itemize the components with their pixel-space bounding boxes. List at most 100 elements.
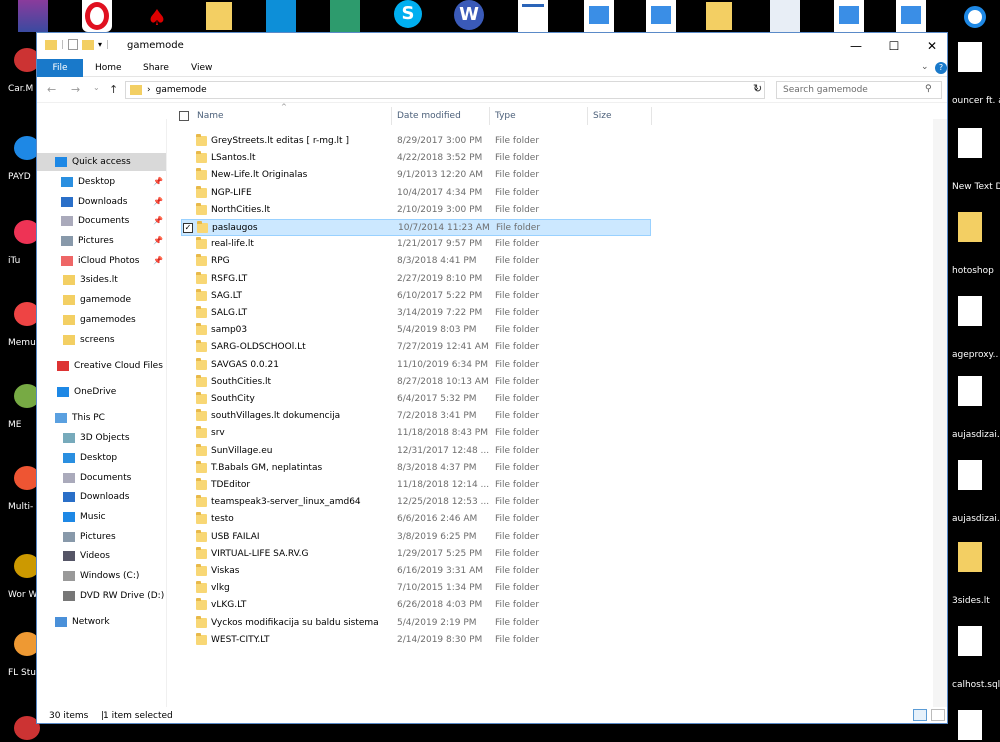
table-row[interactable]: SAG.LT 6/10/2017 5:22 PM File folder — [181, 288, 651, 305]
desktop-shortcut[interactable]: hotoshop — [948, 206, 1000, 276]
desktop-shortcut[interactable]: Multi- — [0, 452, 40, 512]
table-row[interactable]: srv 11/18/2018 8:43 PM File folder — [181, 425, 651, 442]
table-row[interactable]: teamspeak3-server_linux_amd64 12/25/2018 … — [181, 494, 651, 511]
pin-icon[interactable]: 📌 — [153, 256, 163, 265]
nav-item[interactable]: screens — [37, 331, 166, 349]
desktop-shortcut[interactable]: CCle — [0, 702, 40, 742]
pin-icon[interactable]: 📌 — [153, 177, 163, 186]
table-row[interactable]: vLKG.LT 6/26/2018 4:03 PM File folder — [181, 597, 651, 614]
app-circle-icon[interactable] — [960, 0, 990, 32]
back-arrow-icon[interactable]: ← — [47, 83, 56, 96]
nav-item[interactable]: Creative Cloud Files — [37, 357, 166, 375]
nav-item[interactable]: Desktop — [37, 449, 166, 467]
notepad-icon[interactable] — [770, 0, 800, 32]
table-row[interactable]: GreyStreets.lt editas [ r-mg.lt ] 8/29/20… — [181, 133, 651, 150]
image-file-icon[interactable] — [834, 0, 864, 32]
folder-desktop-icon[interactable] — [706, 0, 736, 32]
opera-icon[interactable] — [82, 0, 112, 32]
tab-home[interactable]: Home — [87, 59, 130, 77]
text-document-icon[interactable] — [518, 0, 548, 32]
desktop-shortcut[interactable]: Memu — [0, 288, 40, 348]
table-row[interactable]: vlkg 7/10/2015 1:34 PM File folder — [181, 580, 651, 597]
nav-item[interactable]: Downloads — [37, 488, 166, 506]
nav-item[interactable]: gamemode — [37, 291, 166, 309]
address-bar[interactable]: › gamemode ⌄ — [125, 81, 765, 99]
razer-icon[interactable]: ♠ — [142, 0, 172, 32]
skype-icon[interactable]: S — [394, 0, 424, 32]
customize-toolbar-icon[interactable]: ▾ — [98, 40, 102, 49]
desktop-shortcut[interactable]: PAYD — [0, 122, 40, 182]
column-divider[interactable] — [391, 107, 392, 125]
nav-item[interactable]: Pictures — [37, 528, 166, 546]
desktop-shortcut[interactable]: iTu — [0, 206, 40, 266]
column-divider[interactable] — [489, 107, 490, 125]
expand-ribbon-icon[interactable]: ⌄ — [921, 62, 929, 72]
nav-item[interactable]: gamemodes — [37, 311, 166, 329]
desktop-shortcut[interactable]: zkoksdiza.. — [948, 704, 1000, 742]
table-row[interactable]: T.Babals GM, neplatintas 8/3/2018 4:37 PM… — [181, 460, 651, 477]
image-file-icon[interactable] — [896, 0, 926, 32]
desktop-shortcut[interactable]: aujasdizai.. — [948, 370, 1000, 440]
vertical-scrollbar[interactable] — [933, 119, 947, 707]
wps-writer-icon[interactable]: W — [454, 0, 484, 32]
nav-item[interactable]: Quick access — [37, 153, 166, 171]
shark-icon[interactable] — [266, 0, 296, 32]
table-row[interactable]: SunVillage.eu 12/31/2017 12:48 ... File fo… — [181, 443, 651, 460]
nav-item[interactable]: This PC — [37, 409, 166, 427]
desktop-shortcut[interactable]: Wor Wara — [0, 540, 52, 600]
table-row[interactable]: samp03 5/4/2019 8:03 PM File folder — [181, 322, 651, 339]
folder-desktop-icon[interactable] — [206, 0, 236, 32]
breadcrumb-chevron-icon[interactable]: › — [147, 85, 151, 95]
nav-item[interactable]: OneDrive — [37, 383, 166, 401]
nav-item[interactable]: 3sides.lt — [37, 271, 166, 289]
column-header-type[interactable]: Type — [495, 111, 516, 121]
table-row[interactable]: Viskas 6/16/2019 3:31 AM File folder — [181, 563, 651, 580]
table-row[interactable]: SouthCity 6/4/2017 5:32 PM File folder — [181, 391, 651, 408]
column-header-date[interactable]: Date modified — [397, 111, 461, 121]
row-checkbox[interactable]: ✓ — [183, 223, 193, 233]
refresh-icon[interactable]: ↻ — [753, 82, 762, 95]
search-input[interactable]: Search gamemode — [776, 81, 942, 99]
streamlabs-icon[interactable] — [330, 0, 360, 32]
nav-item[interactable]: Network — [37, 613, 166, 631]
properties-icon[interactable] — [68, 39, 79, 50]
nav-item[interactable]: Music — [37, 508, 166, 526]
nav-item[interactable]: iCloud Photos 📌 — [37, 252, 166, 270]
desktop-shortcut[interactable]: 3sides.lt — [948, 536, 1000, 606]
table-row[interactable]: TDEditor 11/18/2018 12:14 ... File folder — [181, 477, 651, 494]
pin-icon[interactable]: 📌 — [153, 197, 163, 206]
desktop-shortcut[interactable]: ME — [0, 370, 40, 430]
minimize-button[interactable]: — — [837, 33, 875, 59]
table-row[interactable]: testo 6/6/2016 2:46 AM File folder — [181, 511, 651, 528]
close-button[interactable]: ✕ — [913, 33, 951, 59]
table-row[interactable]: WEST-CITY.LT 2/14/2019 8:30 PM File folder — [181, 632, 651, 649]
large-icons-view-button[interactable] — [931, 709, 945, 721]
table-row[interactable]: RPG 8/3/2018 4:41 PM File folder — [181, 253, 651, 270]
table-row[interactable]: NorthCities.lt 2/10/2019 3:00 PM File fold… — [181, 202, 651, 219]
pin-icon[interactable]: 📌 — [153, 236, 163, 245]
table-row[interactable]: SALG.LT 3/14/2019 7:22 PM File folder — [181, 305, 651, 322]
tab-share[interactable]: Share — [135, 59, 177, 77]
nav-item[interactable]: Windows (C:) — [37, 567, 166, 585]
table-row[interactable]: VIRTUAL-LIFE SA.RV.G 1/29/2017 5:25 PM Fil… — [181, 546, 651, 563]
nav-item[interactable]: Pictures 📌 — [37, 232, 166, 250]
recent-locations-icon[interactable]: ⌄ — [93, 83, 100, 92]
desktop-shortcut[interactable]: ouncer ft. afe Small.. — [948, 36, 1000, 106]
table-row[interactable]: New-Life.lt Originalas 9/1/2013 12:20 AM F… — [181, 167, 651, 184]
nav-item[interactable]: 3D Objects — [37, 429, 166, 447]
image-file-icon[interactable] — [584, 0, 614, 32]
tab-file[interactable]: File — [37, 59, 83, 77]
table-row[interactable]: Vyckos modifikacija su baldu sistema 5/4/… — [181, 615, 651, 632]
table-row[interactable]: NGP-LIFE 10/4/2017 4:34 PM File folder — [181, 185, 651, 202]
table-row[interactable]: ✓ paslaugos 10/7/2014 11:23 AM File folder — [181, 219, 651, 236]
select-all-checkbox[interactable] — [179, 111, 189, 121]
nav-item[interactable]: Documents 📌 — [37, 212, 166, 230]
winrar-icon[interactable] — [18, 0, 48, 32]
desktop-shortcut[interactable]: Car.M — [0, 34, 40, 94]
column-header-name[interactable]: Name — [197, 111, 224, 121]
column-divider[interactable] — [651, 107, 652, 125]
details-view-button[interactable] — [913, 709, 927, 721]
nav-item[interactable]: DVD RW Drive (D:) H — [37, 587, 166, 605]
new-folder-icon[interactable] — [82, 39, 95, 50]
pin-icon[interactable]: 📌 — [153, 216, 163, 225]
